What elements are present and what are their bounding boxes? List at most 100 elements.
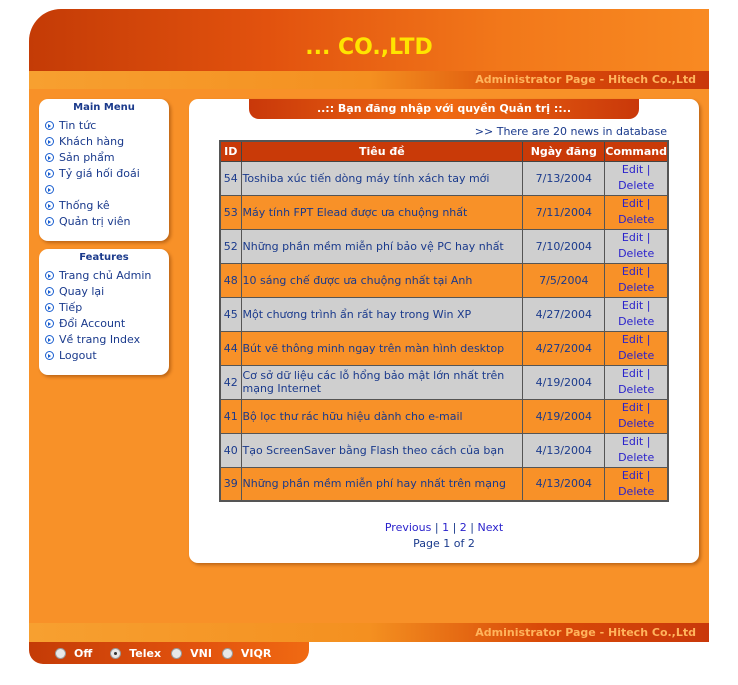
- ime-option-off[interactable]: Off: [55, 647, 92, 660]
- arrow-icon: [45, 270, 54, 280]
- arrow-icon: [45, 318, 54, 328]
- edit-link[interactable]: Edit |: [605, 434, 667, 450]
- feature-admin-home[interactable]: Trang chủ Admin: [39, 267, 169, 283]
- ime-option-viqr[interactable]: VIQR: [221, 646, 272, 660]
- arrow-icon: [45, 216, 54, 226]
- cell-command: Edit | Delete: [604, 364, 669, 400]
- radio-button-selected[interactable]: [110, 647, 122, 659]
- pager-separator: |: [470, 521, 474, 534]
- pager-next-link[interactable]: Next: [478, 521, 504, 534]
- menu-item-empty[interactable]: [39, 181, 169, 197]
- table-row: 42 Cơ sở dữ liệu các lỗ hổng bảo mật lớn …: [219, 364, 669, 400]
- pager-page-2-link[interactable]: 2: [460, 521, 467, 534]
- arrow-icon: [45, 168, 54, 178]
- admin-bar-top: Administrator Page - Hitech Co.,Ltd: [29, 71, 709, 89]
- delete-link[interactable]: Delete: [605, 212, 667, 228]
- menu-item-statistics[interactable]: Thống kê: [39, 197, 169, 213]
- pagination: Previous | 1 | 2 | Next Page 1 of 2: [189, 520, 699, 552]
- menu-item-admins[interactable]: Quản trị viên: [39, 213, 169, 229]
- feature-label: Đổi Account: [59, 316, 126, 330]
- table-row: 48 10 sáng chế được ưa chuộng nhất tại An…: [219, 262, 669, 298]
- edit-link[interactable]: Edit |: [605, 264, 667, 280]
- menu-item-label: Tin tức: [59, 118, 97, 132]
- table-row: 41 Bộ lọc thư rác hữu hiệu dành cho e-mai…: [219, 398, 669, 434]
- page-frame: ... CO.,LTD Administrator Page - Hitech …: [29, 9, 709, 665]
- cell-command: Edit | Delete: [604, 160, 669, 196]
- delete-link[interactable]: Delete: [605, 450, 667, 466]
- edit-link[interactable]: Edit |: [605, 468, 667, 484]
- delete-link[interactable]: Delete: [605, 314, 667, 330]
- menu-item-news[interactable]: Tin tức: [39, 117, 169, 133]
- cell-command: Edit | Delete: [604, 432, 669, 468]
- feature-index[interactable]: Về trang Index: [39, 331, 169, 347]
- column-header-date: Ngày đăng: [522, 140, 606, 162]
- ime-label: Off: [74, 646, 93, 660]
- arrow-icon: [45, 302, 54, 312]
- table-row: 39 Những phần mềm miễn phí hay nhất trên …: [219, 466, 669, 502]
- feature-label: Tiếp: [59, 300, 83, 314]
- ime-option-vni[interactable]: VNI: [171, 647, 212, 660]
- edit-link[interactable]: Edit |: [605, 366, 667, 382]
- table-row: 40 Tạo ScreenSaver bằng Flash theo cách c…: [219, 432, 669, 468]
- column-header-command: Command: [604, 140, 669, 162]
- cell-command: Edit | Delete: [604, 228, 669, 264]
- cell-date: 7/5/2004: [522, 262, 606, 298]
- cell-date: 7/11/2004: [522, 194, 606, 230]
- cell-id: 54: [219, 160, 242, 196]
- arrow-icon: [45, 286, 54, 296]
- delete-link[interactable]: Delete: [605, 382, 667, 398]
- menu-item-exchange-rate[interactable]: Tỷ giá hối đoái: [39, 165, 169, 181]
- cell-title: Một chương trình ẩn rất hay trong Win XP: [240, 296, 524, 332]
- column-header-id: ID: [219, 140, 242, 162]
- table-row: 45 Một chương trình ẩn rất hay trong Win …: [219, 296, 669, 332]
- pager-previous-link[interactable]: Previous: [385, 521, 432, 534]
- edit-link[interactable]: Edit |: [605, 162, 667, 178]
- radio-button[interactable]: [171, 647, 183, 659]
- page-info: Page 1 of 2: [413, 537, 475, 550]
- radio-button[interactable]: [221, 647, 233, 659]
- radio-button[interactable]: [55, 647, 66, 659]
- cell-title: Những phần mềm miễn phí hay nhất trên mạ…: [240, 466, 524, 502]
- table-row: 52 Những phần mềm miễn phí bảo vệ PC hay …: [219, 228, 669, 264]
- feature-label: Trang chủ Admin: [59, 268, 152, 282]
- delete-link[interactable]: Delete: [605, 280, 667, 296]
- menu-item-products[interactable]: Sản phẩm: [39, 149, 169, 165]
- feature-logout[interactable]: Logout: [39, 347, 169, 363]
- footer-admin-text: Administrator Page - Hitech Co.,Ltd: [475, 626, 696, 639]
- cell-title: Những phần mềm miễn phí bảo vệ PC hay nh…: [240, 228, 524, 264]
- edit-link[interactable]: Edit |: [605, 332, 667, 348]
- feature-back[interactable]: Quay lại: [39, 283, 169, 299]
- cell-title: Máy tính FPT Elead được ưa chuộng nhất: [240, 194, 524, 230]
- menu-item-customers[interactable]: Khách hàng: [39, 133, 169, 149]
- delete-link[interactable]: Delete: [605, 416, 667, 432]
- feature-next[interactable]: Tiếp: [39, 299, 169, 315]
- delete-link[interactable]: Delete: [605, 484, 667, 500]
- site-header: ... CO.,LTD: [29, 9, 709, 71]
- arrow-icon: [45, 136, 54, 146]
- main-menu-title: Main Menu: [73, 102, 135, 113]
- edit-link[interactable]: Edit |: [605, 196, 667, 212]
- cell-title: Toshiba xúc tiến dòng máy tính xách tay …: [240, 160, 524, 196]
- menu-item-label: Quản trị viên: [59, 214, 131, 228]
- edit-link[interactable]: Edit |: [605, 400, 667, 416]
- cell-date: 4/13/2004: [522, 466, 606, 502]
- menu-item-label: Tỷ giá hối đoái: [59, 166, 140, 180]
- ime-label: VIQR: [240, 646, 272, 660]
- cell-id: 41: [219, 398, 242, 434]
- news-table-body: 54 Toshiba xúc tiến dòng máy tính xách ta…: [219, 160, 669, 502]
- delete-link[interactable]: Delete: [605, 178, 667, 194]
- cell-id: 45: [219, 296, 242, 332]
- delete-link[interactable]: Delete: [605, 246, 667, 262]
- feature-change-account[interactable]: Đổi Account: [39, 315, 169, 331]
- table-row: 44 Bút vẽ thông minh ngay trên màn hình d…: [219, 330, 669, 366]
- ime-option-telex[interactable]: Telex: [110, 647, 161, 660]
- features-panel: Features Trang chủ Admin Quay lại Tiếp Đ…: [39, 249, 169, 375]
- edit-link[interactable]: Edit |: [605, 230, 667, 246]
- cell-date: 4/27/2004: [522, 296, 606, 332]
- delete-link[interactable]: Delete: [605, 348, 667, 364]
- cell-id: 39: [219, 466, 242, 502]
- column-header-title: Tiêu đề: [240, 140, 524, 162]
- pager-page-1-link[interactable]: 1: [442, 521, 449, 534]
- cell-date: 7/13/2004: [522, 160, 606, 196]
- edit-link[interactable]: Edit |: [605, 298, 667, 314]
